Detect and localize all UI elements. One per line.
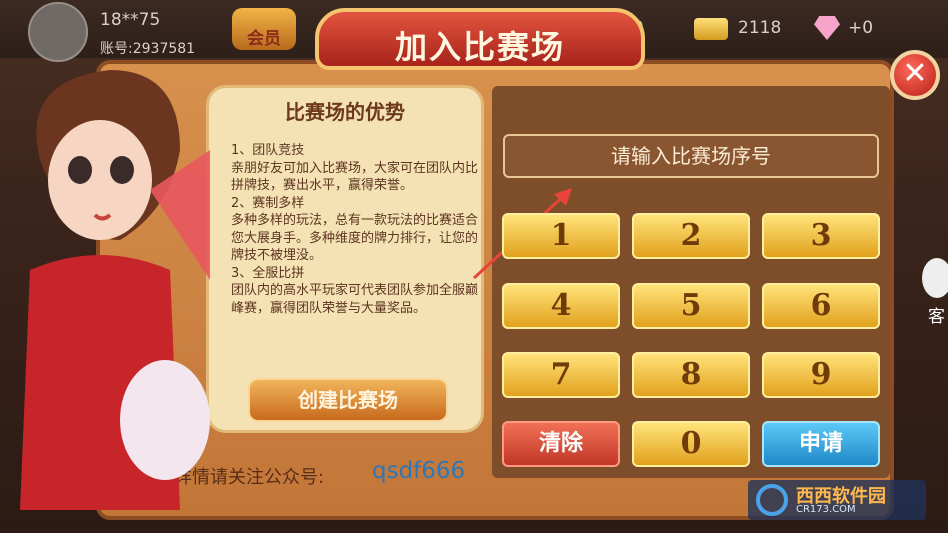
watermark: 西西软件园 CR173.COM [748,480,926,520]
key-0[interactable]: 0 [632,421,750,467]
clear-button[interactable]: 清除 [502,421,620,467]
key-5[interactable]: 5 [632,283,750,329]
key-2[interactable]: 2 [632,213,750,259]
mascot-girl-illustration [20,70,210,510]
gold-icon [694,18,728,40]
customer-service-icon[interactable] [922,258,948,298]
customer-service-label: 客 [928,307,945,327]
key-7[interactable]: 7 [502,352,620,398]
match-number-input[interactable]: 请输入比赛场序号 [503,134,879,178]
dialog-title: 加入比赛场 [394,28,565,66]
follow-code: qsdf666 [372,458,466,484]
advantages-title: 比赛场的优势 [285,100,405,124]
key-3[interactable]: 3 [762,213,880,259]
gold-count: 2118 [738,18,782,38]
key-9[interactable]: 9 [762,352,880,398]
watermark-subtitle: CR173.COM [796,504,856,515]
watermark-logo-icon [756,484,788,516]
key-4[interactable]: 4 [502,283,620,329]
key-6[interactable]: 6 [762,283,880,329]
player-nickname: 18**75 [100,10,161,30]
gem-count: +0 [848,18,874,38]
gem-icon [814,16,840,40]
close-button[interactable]: ✕ [890,50,940,100]
key-8[interactable]: 8 [632,352,750,398]
create-match-button[interactable]: 创建比赛场 [248,378,448,422]
apply-button[interactable]: 申请 [762,421,880,467]
vip-button[interactable]: 会员 [232,8,296,50]
dialog-title-banner: 加入比赛场 [315,8,645,70]
advantages-body: 1、团队竞技 亲朋好友可加入比赛场，大家可在团队内比拼牌技，赛出水平，赢得荣誉。… [231,143,479,316]
key-1[interactable]: 1 [502,213,620,259]
